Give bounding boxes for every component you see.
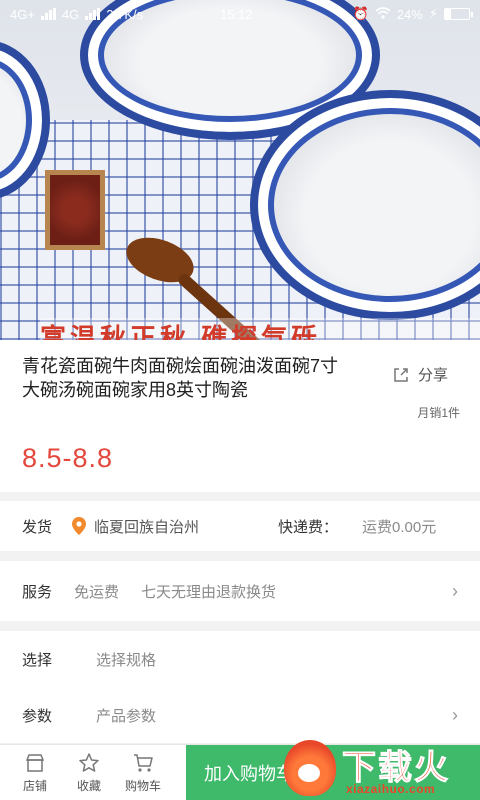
wifi-icon bbox=[375, 6, 391, 22]
select-spec-value: 选择规格 bbox=[96, 651, 157, 669]
flame-icon bbox=[284, 740, 336, 796]
share-button[interactable]: 分享 bbox=[392, 364, 448, 385]
store-tab[interactable]: 店铺 bbox=[8, 745, 62, 800]
shipping-fee-label: 快递费： bbox=[278, 518, 339, 536]
select-spec-row[interactable]: 选择 选择规格 bbox=[0, 631, 480, 687]
share-label: 分享 bbox=[418, 367, 449, 384]
select-label: 选择 bbox=[22, 651, 53, 669]
watermark-logo: 下载火 xiazaihuo.com bbox=[280, 738, 480, 800]
star-icon bbox=[79, 752, 99, 772]
signal-icon-2 bbox=[85, 8, 101, 20]
chevron-right-icon: › bbox=[452, 580, 458, 601]
location-pin-icon bbox=[72, 517, 86, 535]
clock: 15:12 bbox=[220, 6, 253, 22]
share-icon bbox=[392, 366, 410, 384]
watermark-url: xiazaihuo.com bbox=[346, 782, 436, 796]
signal-icon bbox=[40, 8, 56, 20]
product-title: 青花瓷面碗牛肉面碗烩面碗油泼面碗7寸大碗汤碗面碗家用8英寸陶瓷 bbox=[22, 356, 339, 400]
alarm-icon: ⏰ bbox=[352, 6, 369, 21]
monthly-sales: 月销1件 bbox=[417, 406, 460, 420]
price: 8.5-8.8 bbox=[22, 443, 114, 473]
shipping-label: 发货 bbox=[22, 518, 53, 536]
cart-icon bbox=[134, 753, 153, 772]
service-label: 服务 bbox=[22, 583, 53, 601]
shipping-row[interactable]: 发货 临夏回族自治州 快递费： 运费0.00元 bbox=[0, 501, 480, 551]
cart-label: 购物车 bbox=[124, 778, 161, 793]
network-label-2: 4G bbox=[61, 6, 80, 22]
image-banner-text: 富温秋正秋 礁探气砾 bbox=[40, 318, 480, 340]
product-info: 青花瓷面碗牛肉面碗烩面碗油泼面碗7寸大碗汤碗面碗家用8英寸陶瓷 分享 月销1件 … bbox=[0, 340, 480, 492]
red-beans bbox=[45, 170, 105, 250]
network-speed: 2.7K/s bbox=[106, 6, 144, 22]
chevron-right-icon: › bbox=[452, 704, 458, 725]
params-value: 产品参数 bbox=[96, 707, 157, 725]
params-row[interactable]: 参数 产品参数 › bbox=[0, 687, 480, 743]
status-bar: 4G+ 4G 2.7K/s 15:12 ⏰ 24% ⚡ bbox=[0, 0, 480, 28]
product-image[interactable]: 富温秋正秋 礁探气砾 bbox=[0, 0, 480, 340]
battery-icon bbox=[444, 8, 473, 20]
params-label: 参数 bbox=[22, 707, 53, 725]
ship-from-location: 临夏回族自治州 bbox=[94, 518, 200, 536]
network-label-1: 4G+ bbox=[10, 6, 35, 22]
store-label: 店铺 bbox=[22, 778, 47, 793]
shipping-fee-value: 运费0.00元 bbox=[362, 518, 437, 536]
battery-percent: 24% bbox=[396, 6, 423, 22]
store-icon bbox=[25, 753, 45, 772]
charging-icon: ⚡ bbox=[428, 6, 438, 21]
service-free-shipping: 免运费 bbox=[74, 583, 120, 601]
cart-tab[interactable]: 购物车 bbox=[116, 745, 170, 800]
favorite-tab[interactable]: 收藏 bbox=[62, 745, 116, 800]
service-return-policy: 七天无理由退款换货 bbox=[141, 583, 277, 601]
favorite-label: 收藏 bbox=[76, 778, 101, 793]
service-row[interactable]: 服务 免运费 七天无理由退款换货 › bbox=[0, 561, 480, 621]
